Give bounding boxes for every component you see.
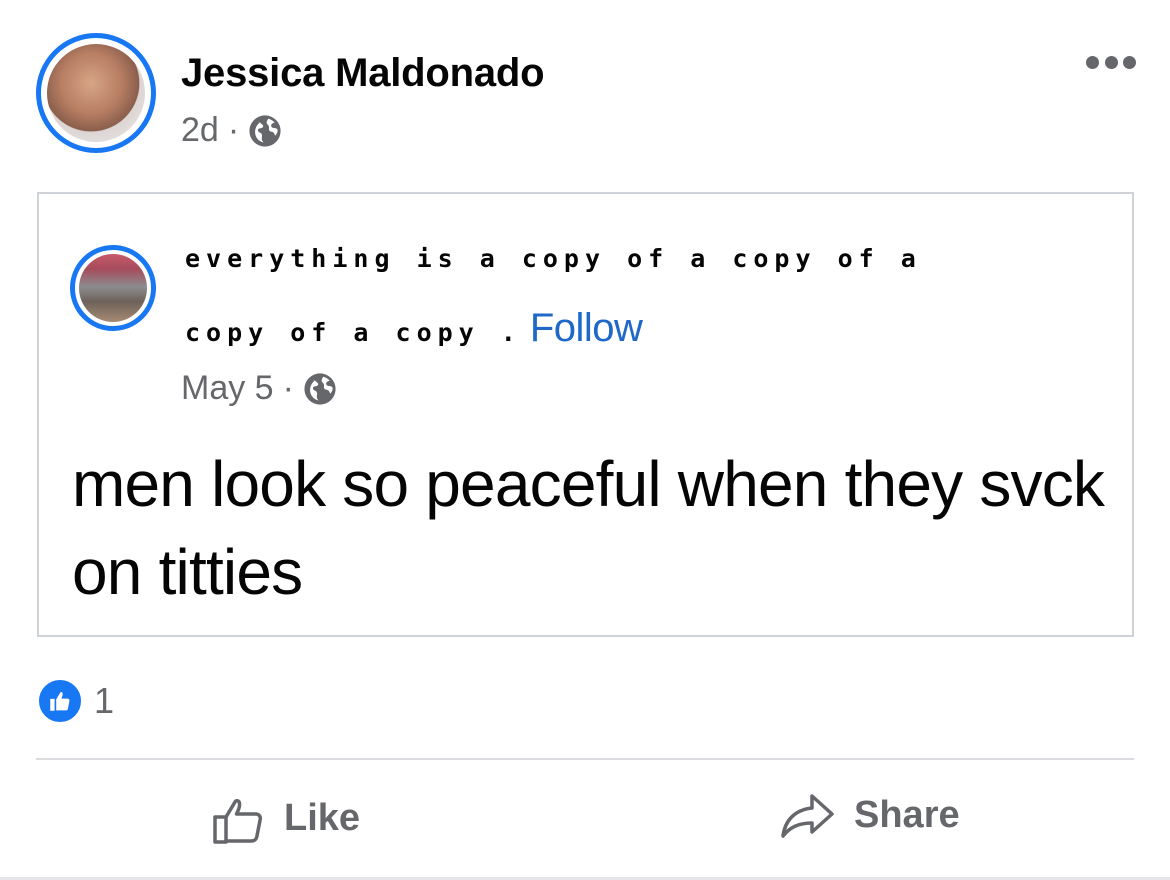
share-arrow-icon [781, 794, 834, 838]
share-label: Share [854, 793, 960, 836]
author-avatar[interactable] [47, 44, 145, 142]
post-time[interactable]: 2d [181, 111, 219, 150]
more-options-icon[interactable] [1086, 52, 1136, 72]
shared-post-meta: May 5 · [181, 369, 337, 408]
shared-post-time[interactable]: May 5 [181, 369, 274, 408]
shared-author-name-line1[interactable]: everything is a copy of a copy of a [185, 244, 922, 273]
meta-separator: · [227, 111, 240, 149]
reaction-count[interactable]: 1 [94, 680, 114, 722]
thumbs-up-icon [50, 692, 70, 711]
share-button[interactable]: Share [780, 790, 960, 840]
shared-author-name-line2: copy of a copy . Follow [185, 306, 643, 351]
shared-author-name-tail[interactable]: copy of a copy . [185, 318, 522, 347]
globe-icon [249, 114, 281, 147]
like-label: Like [284, 796, 361, 839]
shared-author-avatar[interactable] [79, 254, 147, 322]
thumbs-up-outline-icon [213, 799, 263, 844]
follow-button[interactable]: Follow [530, 306, 643, 351]
like-reaction-icon[interactable] [37, 678, 83, 724]
shared-meta-separator: · [282, 369, 294, 407]
globe-icon [304, 372, 336, 405]
shared-post-text: men look so peaceful when they svck on t… [72, 448, 1105, 608]
author-name[interactable]: Jessica Maldonado [181, 51, 545, 96]
post-meta: 2d · [181, 111, 282, 150]
divider [36, 758, 1134, 760]
like-button[interactable]: Like [212, 790, 360, 846]
